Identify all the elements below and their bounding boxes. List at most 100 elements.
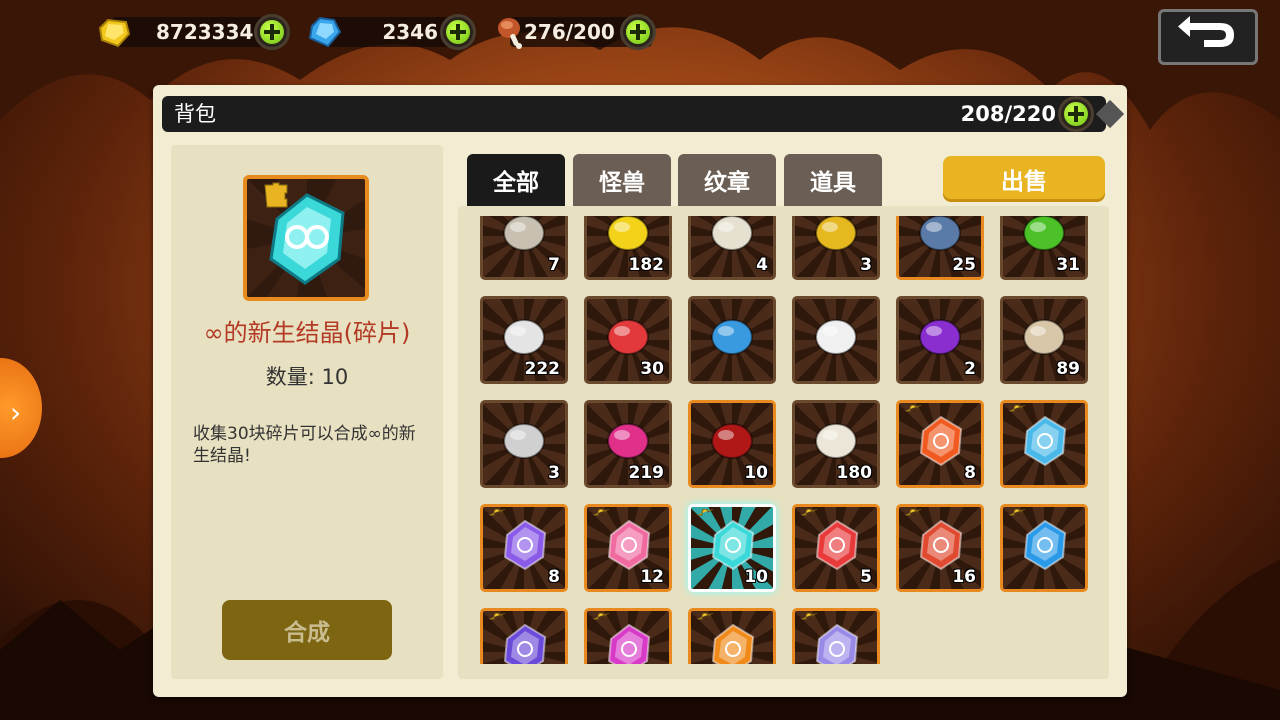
plus-icon [626,20,650,44]
gold-ring-icon [815,216,857,251]
bone-claw-icon [711,216,753,251]
slot-count: 16 [952,567,976,587]
inventory-slot[interactable]: 12 [584,504,672,592]
slot-count: 31 [1056,255,1080,275]
fang-jaw-icon [503,216,545,251]
inventory-panel: 背包 208/220 ∞的新生结晶(碎片) 数量: 10 收集30块碎片可以合成… [153,85,1127,697]
title-bar-tip [1095,99,1125,129]
puzzle-piece-icon [593,509,610,516]
puzzle-piece-icon [489,509,506,516]
puzzle-piece-icon [801,509,818,516]
inventory-slot[interactable]: 4 [688,216,776,280]
inventory-slot[interactable]: 31 [1000,216,1088,280]
inventory-slot[interactable] [1000,400,1088,488]
stamina-currency: 276/200 [494,14,666,50]
inventory-slot[interactable]: 2 [896,296,984,384]
slot-count: 5 [860,567,872,587]
puzzle-piece-icon [1009,405,1026,412]
plus-icon [260,20,284,44]
plus-icon [1064,102,1088,126]
claws-icon [503,423,545,459]
inventory-slot[interactable]: 8 [480,504,568,592]
slot-count: 2 [964,359,976,379]
inventory-slot[interactable]: 219 [584,400,672,488]
purple-fruit-icon [919,319,961,355]
horn-icon [815,423,857,459]
selected-item-image [243,175,369,301]
inventory-slot[interactable]: 25 [896,216,984,280]
inventory-slot[interactable] [792,608,880,664]
inventory-slot[interactable]: 182 [584,216,672,280]
inventory-slot[interactable]: 5 [792,504,880,592]
stamina-amount: 276/200 [524,20,615,44]
slot-count: 219 [628,463,665,483]
tab-items[interactable]: 道具 [784,154,882,206]
slot-count: 8 [548,567,560,587]
inventory-slot[interactable]: 10 [688,400,776,488]
inventory-slot[interactable]: 30 [584,296,672,384]
inventory-slot[interactable]: 3 [480,400,568,488]
back-arrow-icon [1176,15,1240,59]
slot-count: 7 [548,255,560,275]
selected-item-quantity: 数量: 10 [265,365,349,389]
slot-count: 3 [860,255,872,275]
tab-monsters[interactable]: 怪兽 [573,154,671,206]
red-spike-orb-icon [711,423,753,459]
back-button[interactable] [1158,9,1258,65]
skull-icon [503,319,545,355]
inventory-slot[interactable] [792,296,880,384]
slot-count: 182 [628,255,665,275]
slot-count: 222 [524,359,561,379]
slot-count: 25 [952,255,976,275]
scales-icon [1023,319,1065,355]
inventory-slot[interactable]: 3 [792,216,880,280]
capacity-count: 208/220 [960,102,1056,126]
slot-count: 12 [640,567,664,587]
inventory-slot[interactable]: 180 [792,400,880,488]
selected-item-name: ∞的新生结晶(碎片) [203,319,411,347]
expand-capacity-button[interactable] [1058,96,1094,132]
inventory-slot[interactable]: 8 [896,400,984,488]
inventory-slot[interactable] [1000,504,1088,592]
title-bar: 背包 208/220 [162,96,1125,132]
diamond-currency: 2346 [306,14,478,50]
gold-amount: 8723334 [156,20,254,44]
slot-count: 10 [744,567,768,587]
gold-gem-icon [96,14,132,50]
inventory-slot[interactable]: 7 [480,216,568,280]
inventory-slot[interactable]: 222 [480,296,568,384]
inventory-slot[interactable] [480,608,568,664]
selected-item-description: 收集30块碎片可以合成∞的新生结晶! [193,424,416,466]
puzzle-piece-icon [905,509,922,516]
slot-count: 4 [756,255,768,275]
tab-all[interactable]: 全部 [467,154,565,206]
slot-count: 180 [836,463,873,483]
blue-diamond-icon [306,14,342,50]
add-diamond-button[interactable] [440,14,476,50]
inventory-slot[interactable] [688,608,776,664]
combine-button[interactable]: 合成 [222,600,392,660]
double-arrow-icon [711,319,753,355]
sell-button[interactable]: 出售 [943,156,1105,202]
slot-count: 10 [744,463,768,483]
red-blob-icon [607,319,649,355]
puzzle-piece-icon [593,613,610,620]
add-stamina-button[interactable] [620,14,656,50]
gold-currency: 8723334 [96,14,296,50]
inventory-slot[interactable] [688,296,776,384]
item-grid-scroll[interactable]: 7 182 4 3 25 31 222 30 2 89 3 219 10 180 8 8 12 10 5 16 [458,216,1109,664]
slot-count: 30 [640,359,664,379]
puzzle-piece-icon [489,613,506,620]
tab-emblems[interactable]: 纹章 [678,154,776,206]
pink-heart-icon [607,423,649,459]
inventory-slot[interactable]: 89 [1000,296,1088,384]
diamond-amount: 2346 [382,20,438,44]
inventory-slot[interactable] [584,608,672,664]
side-drawer-tab[interactable]: › [0,358,42,458]
inventory-slot[interactable]: 10 [688,504,776,592]
inventory-slot[interactable]: 16 [896,504,984,592]
chevron-right-icon: › [10,396,22,429]
add-gold-button[interactable] [254,14,290,50]
puzzle-piece-icon [905,405,922,412]
slot-count: 3 [548,463,560,483]
